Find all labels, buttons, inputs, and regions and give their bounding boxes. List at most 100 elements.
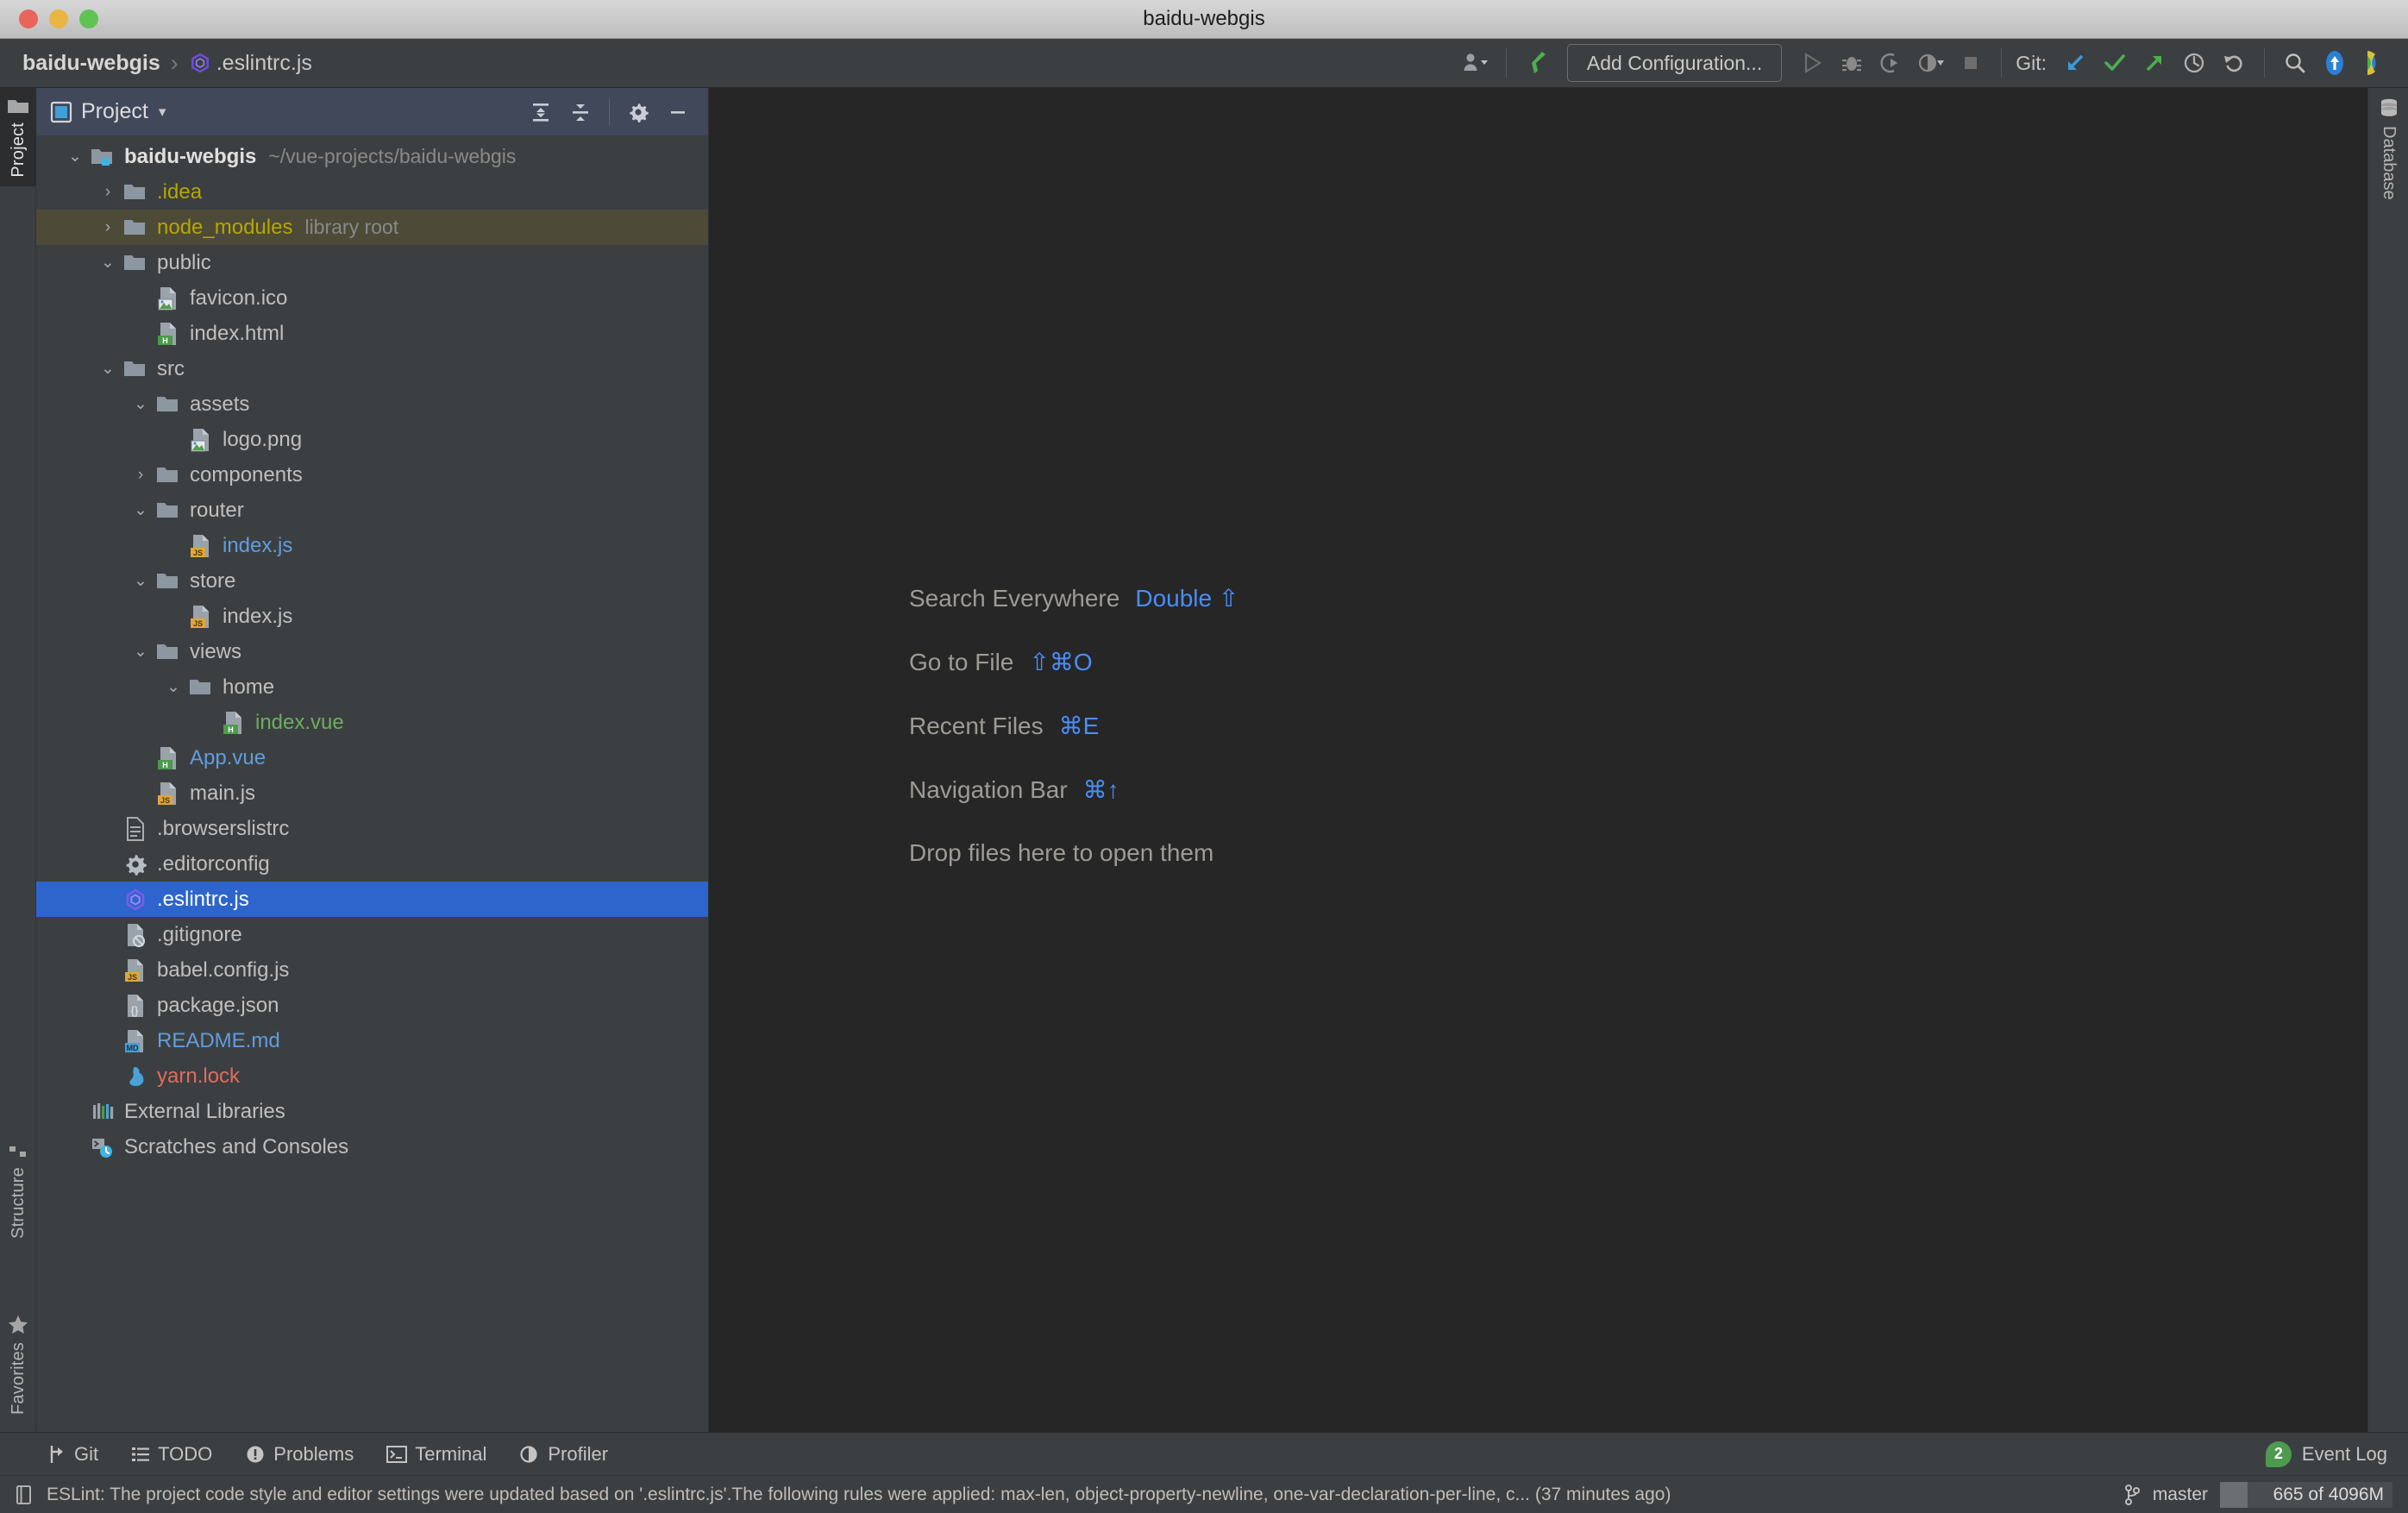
tree-node[interactable]: Hindex.vue bbox=[36, 705, 708, 740]
run-icon[interactable] bbox=[1792, 43, 1832, 83]
git-update-project-icon[interactable] bbox=[2055, 43, 2095, 83]
tool-window-button-git[interactable]: Git bbox=[47, 1443, 98, 1466]
chevron-down-icon[interactable]: ⌄ bbox=[62, 148, 88, 165]
tool-window-button-terminal[interactable]: Terminal bbox=[386, 1443, 486, 1466]
tree-node[interactable]: JS index.js bbox=[36, 599, 708, 634]
tree-node[interactable]: ⌄ public bbox=[36, 245, 708, 280]
chevron-down-icon[interactable]: ⌄ bbox=[128, 573, 154, 589]
panel-header-divider bbox=[609, 98, 610, 125]
right-tool-window-strip: Database bbox=[2367, 88, 2408, 1432]
build-hammer-icon[interactable] bbox=[1517, 43, 1557, 83]
profile-icon[interactable] bbox=[1911, 43, 1951, 83]
git-branch-icon bbox=[2123, 1484, 2141, 1506]
tree-node[interactable]: › .idea bbox=[36, 174, 708, 210]
ide-update-icon[interactable] bbox=[2315, 43, 2355, 83]
editor-empty-state[interactable]: Search Everywhere Double ⇧ Go to File ⇧⌘O Re… bbox=[709, 88, 2367, 1432]
gear-icon[interactable] bbox=[620, 94, 656, 130]
sidebar-item-favorites[interactable]: Favorites bbox=[0, 1305, 36, 1423]
collapse-all-button[interactable] bbox=[562, 94, 599, 130]
debug-icon[interactable] bbox=[1832, 43, 1872, 83]
tree-node-label: .eslintrc.js bbox=[157, 887, 249, 911]
status-message[interactable]: ESLint: The project code style and edito… bbox=[47, 1485, 1671, 1505]
sidebar-item-database[interactable]: Database bbox=[2368, 97, 2408, 200]
tool-window-button-todo[interactable]: TODO bbox=[131, 1443, 212, 1466]
status-bar: ESLint: The project code style and edito… bbox=[0, 1476, 2408, 1513]
shortcut-hint: Recent Files ⌘E bbox=[909, 712, 1238, 740]
drop-files-hint: Drop files here to open them bbox=[909, 839, 1238, 867]
git-branch-label[interactable]: master bbox=[2153, 1485, 2208, 1505]
project-file-tree[interactable]: ⌄ baidu-webgis ~/vue-projects/baidu-webgis… bbox=[36, 135, 708, 1432]
editor-shortcut-hints: Search Everywhere Double ⇧ Go to File ⇧⌘O Re… bbox=[909, 584, 1238, 902]
tree-node[interactable]: JS main.js bbox=[36, 775, 708, 811]
chevron-down-icon[interactable]: ⌄ bbox=[95, 361, 121, 377]
folder-icon bbox=[154, 499, 183, 522]
run-configuration-selector[interactable]: Add Configuration... bbox=[1566, 44, 1783, 82]
tree-node[interactable]: Hindex.html bbox=[36, 316, 708, 351]
feedback-icon[interactable] bbox=[2355, 43, 2394, 83]
tree-node[interactable]: External Libraries bbox=[36, 1094, 708, 1129]
git-push-icon[interactable] bbox=[2135, 43, 2174, 83]
tree-node[interactable]: logo.png bbox=[36, 422, 708, 457]
chevron-right-icon[interactable]: › bbox=[95, 184, 121, 200]
notification-icon[interactable] bbox=[14, 1484, 34, 1506]
chevron-down-icon[interactable]: ⌄ bbox=[160, 679, 186, 695]
tree-node[interactable]: › node_modules library root bbox=[36, 210, 708, 245]
tree-node[interactable]: JS index.js bbox=[36, 528, 708, 563]
tree-node[interactable]: yarn.lock bbox=[36, 1058, 708, 1094]
breadcrumb-file[interactable]: .eslintrc.js bbox=[216, 51, 312, 76]
vue-file-icon: H bbox=[219, 709, 248, 737]
tree-node[interactable]: ⌄ store bbox=[36, 563, 708, 599]
chevron-right-icon[interactable]: › bbox=[128, 467, 154, 483]
tree-node[interactable]: .eslintrc.js bbox=[36, 882, 708, 917]
sidebar-item-project[interactable]: Project bbox=[0, 88, 36, 186]
tool-window-button-problems[interactable]: Problems bbox=[245, 1443, 354, 1466]
tree-node[interactable]: .gitignore bbox=[36, 917, 708, 952]
tree-node[interactable]: ⌄ home bbox=[36, 669, 708, 705]
run-with-coverage-icon[interactable] bbox=[1872, 43, 1911, 83]
tree-node[interactable]: {} package.json bbox=[36, 988, 708, 1023]
sidebar-item-structure[interactable]: Structure bbox=[0, 1134, 36, 1247]
tool-window-button-profiler[interactable]: Profiler bbox=[519, 1443, 608, 1466]
tree-node[interactable]: .browserslistrc bbox=[36, 811, 708, 846]
tree-node[interactable]: ⌄ assets bbox=[36, 386, 708, 422]
tree-node[interactable]: MD README.md bbox=[36, 1023, 708, 1058]
tree-node[interactable]: JS babel.config.js bbox=[36, 952, 708, 988]
user-dropdown-icon[interactable] bbox=[1456, 43, 1496, 83]
tree-node[interactable]: ⌄ views bbox=[36, 634, 708, 669]
tree-node[interactable]: Scratches and Consoles bbox=[36, 1129, 708, 1165]
svg-text:{}: {} bbox=[131, 1004, 139, 1017]
git-commit-icon[interactable] bbox=[2095, 43, 2135, 83]
stop-icon[interactable] bbox=[1951, 43, 1991, 83]
breadcrumb-project[interactable]: baidu-webgis bbox=[22, 51, 160, 76]
tree-node-label: package.json bbox=[157, 993, 279, 1017]
chevron-down-icon[interactable]: ⌄ bbox=[128, 502, 154, 518]
git-rollback-icon[interactable] bbox=[2214, 43, 2254, 83]
project-panel-title: Project bbox=[81, 99, 148, 123]
tree-node-label: Scratches and Consoles bbox=[124, 1134, 349, 1158]
module-folder-icon bbox=[88, 146, 117, 168]
search-everywhere-icon[interactable] bbox=[2275, 43, 2315, 83]
chevron-down-icon[interactable]: ⌄ bbox=[128, 643, 154, 660]
tree-node[interactable]: .editorconfig bbox=[36, 846, 708, 882]
chevron-right-icon[interactable]: › bbox=[95, 219, 121, 235]
event-log-button[interactable]: 2 Event Log bbox=[2265, 1441, 2408, 1467]
tree-node-label: store bbox=[190, 568, 236, 593]
memory-indicator[interactable]: 665 of 4096M bbox=[2220, 1481, 2392, 1508]
tree-node[interactable]: H App.vue bbox=[36, 740, 708, 775]
chevron-down-icon[interactable]: ⌄ bbox=[95, 254, 121, 271]
tree-node[interactable]: ⌄ baidu-webgis ~/vue-projects/baidu-webgis bbox=[36, 139, 708, 174]
tree-node[interactable]: ⌄ src bbox=[36, 351, 708, 386]
git-history-icon[interactable] bbox=[2174, 43, 2214, 83]
toolbar-divider-3 bbox=[2264, 48, 2265, 78]
tree-node[interactable]: ⌄ router bbox=[36, 493, 708, 528]
tool-window-label: Git bbox=[74, 1442, 99, 1465]
minimize-icon[interactable] bbox=[660, 94, 696, 130]
tree-node[interactable]: › components bbox=[36, 457, 708, 493]
chevron-down-icon[interactable]: ⌄ bbox=[128, 396, 154, 412]
tree-node-label: public bbox=[157, 250, 211, 274]
tree-node[interactable]: favicon.ico bbox=[36, 280, 708, 316]
expand-all-button[interactable] bbox=[523, 94, 559, 130]
project-panel-header: Project ▾ bbox=[36, 88, 708, 135]
chevron-down-icon[interactable]: ▾ bbox=[159, 104, 166, 121]
breadcrumb-separator: › bbox=[170, 49, 179, 76]
